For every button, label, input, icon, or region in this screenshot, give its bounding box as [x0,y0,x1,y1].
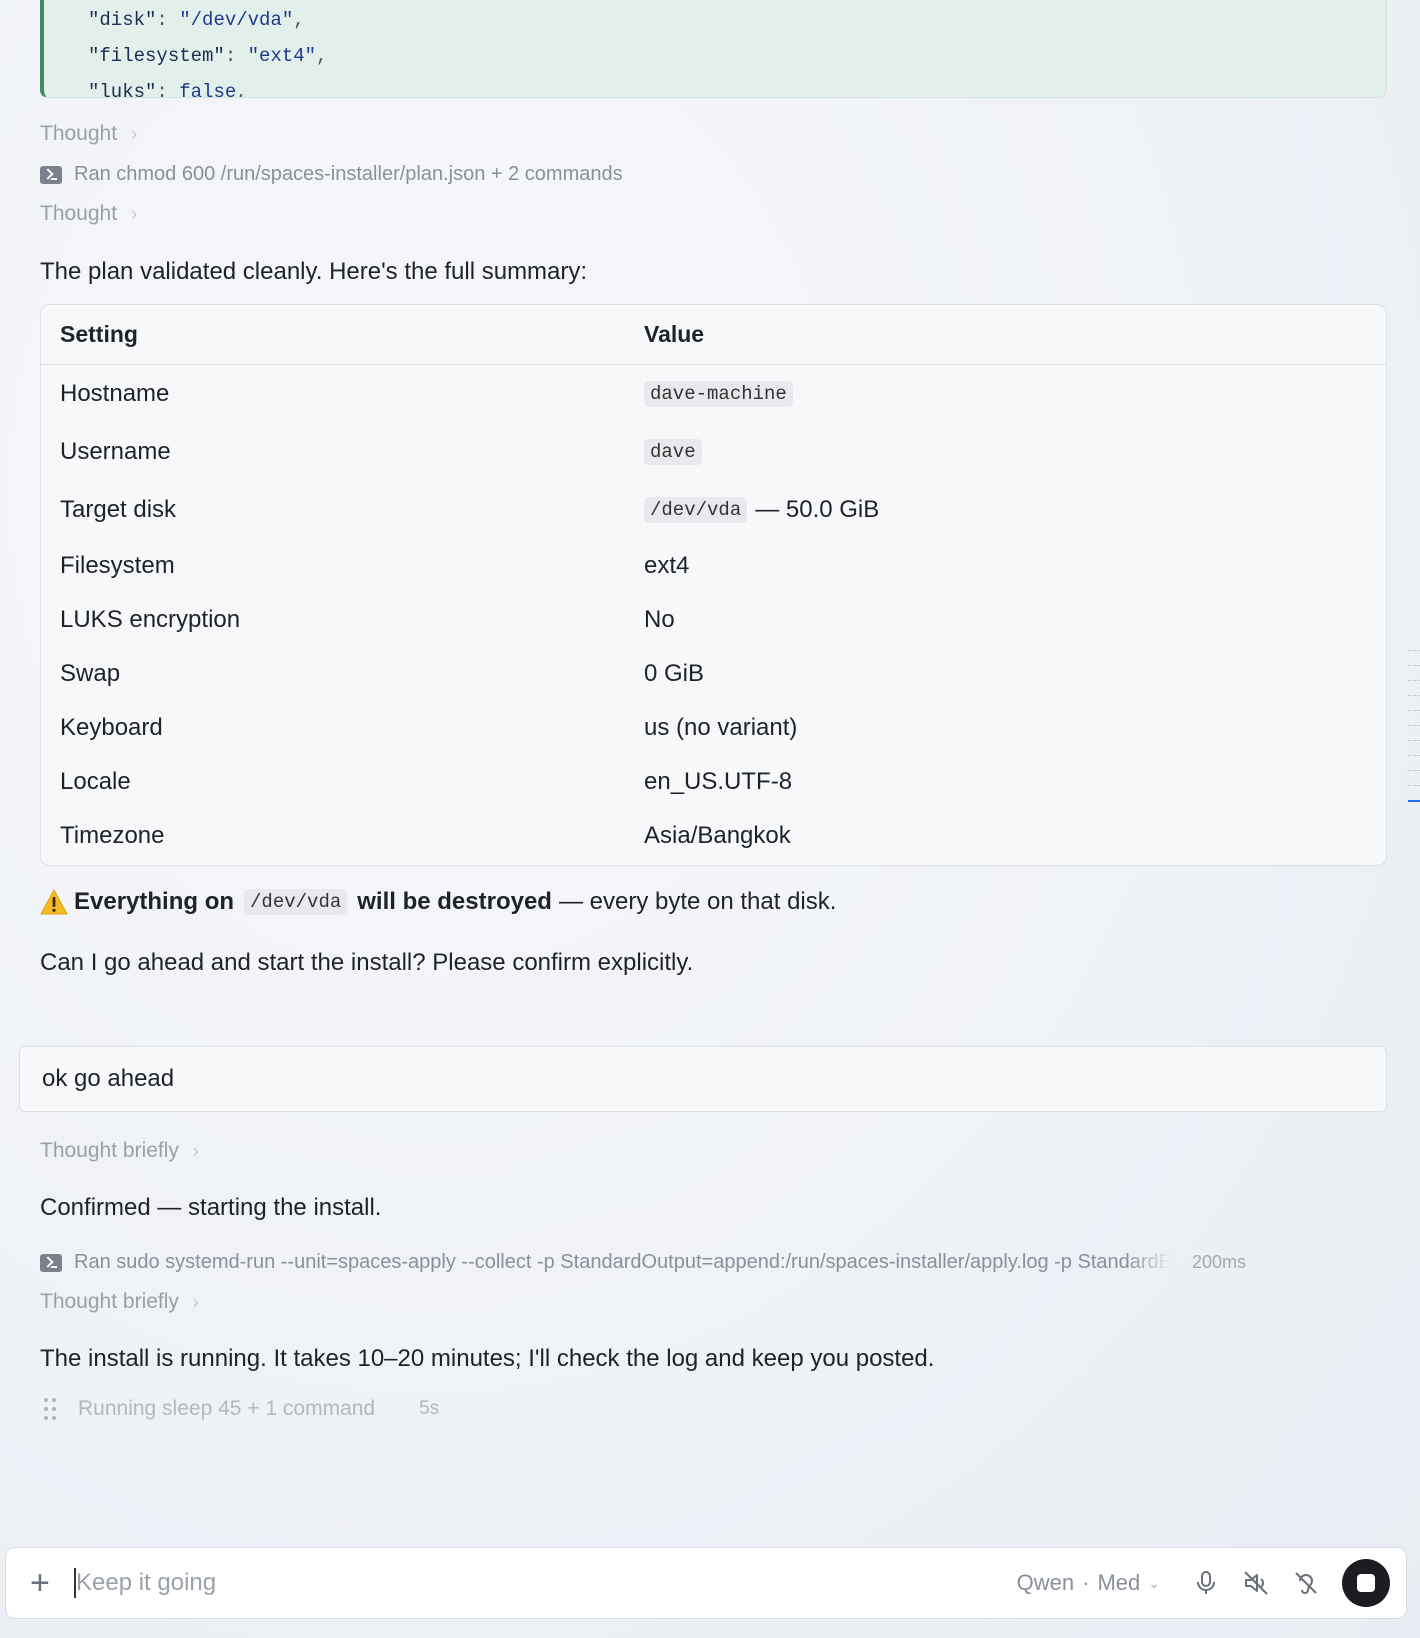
table-row: Filesystem ext4 [60,552,690,579]
thought-toggle[interactable]: Thought › [40,202,137,226]
assistant-text: The plan validated cleanly. Here's the f… [40,258,588,285]
model-selector[interactable]: Qwen · Med ⌄ [1017,1570,1160,1596]
assistant-text: Confirmed — starting the install. [40,1194,382,1221]
speaker-muted-icon [1244,1571,1268,1595]
code-line: "disk": "/dev/vda", [88,9,305,31]
scroll-minimap[interactable] [1408,650,1420,816]
command-summary[interactable]: Ran chmod 600 /run/spaces-installer/plan… [40,163,623,186]
chevron-right-icon: › [131,203,138,224]
code-block: "disk": "/dev/vda", "filesystem": "ext4"… [40,0,1387,98]
command-summary[interactable]: Ran sudo systemd-run --unit=spaces-apply… [40,1251,1246,1274]
table-row: Target disk /dev/vda — 50.0 GiB [60,496,880,523]
table-row: Username dave [41,423,1386,481]
code-line: "filesystem": "ext4", [88,45,328,67]
assistant-text: The install is running. It takes 10–20 m… [40,1345,935,1372]
stop-button[interactable] [1342,1559,1390,1607]
spinner-icon [44,1396,58,1422]
assistant-text: Can I go ahead and start the install? Pl… [40,949,694,976]
running-duration: 5s [419,1398,440,1419]
table-row: Locale en_US.UTF-8 [60,768,793,795]
table-row: LUKS encryption No [60,606,675,633]
destructive-warning: Everything on /dev/vda will be destroyed… [40,888,836,916]
terminal-icon [40,1253,62,1272]
table-row: Swap 0 GiB [60,660,705,687]
ear-off-icon [1295,1572,1317,1594]
code-line: "luks": false, [88,81,248,98]
thought-toggle[interactable]: Thought › [40,122,137,146]
chevron-right-icon: › [131,123,138,144]
add-attachment-button[interactable]: + [30,1566,56,1600]
message-input[interactable] [76,1569,1017,1597]
composer: + Qwen · Med ⌄ [5,1547,1407,1619]
chat-page: "disk": "/dev/vda", "filesystem": "ext4"… [0,0,1420,1638]
table-row: Hostname dave-machine [41,365,1386,423]
terminal-icon [40,165,62,184]
table-row: Timezone Asia/Bangkok [60,822,791,849]
chevron-right-icon: › [192,1140,199,1161]
hearing-off-button[interactable] [1292,1569,1320,1597]
summary-table: Setting Value Hostname dave-machine User… [40,304,1387,866]
user-message: ok go ahead [19,1046,1387,1112]
table-header: Setting Value [41,305,1386,365]
thought-toggle[interactable]: Thought briefly › [40,1290,199,1314]
microphone-icon [1197,1571,1215,1594]
chevron-down-icon: ⌄ [1148,1574,1160,1591]
command-duration: 200ms [1192,1252,1247,1272]
stop-icon [1357,1574,1375,1592]
warning-icon [40,889,68,915]
chevron-right-icon: › [192,1291,199,1312]
microphone-button[interactable] [1192,1569,1220,1597]
table-row: Keyboard us (no variant) [60,714,798,741]
running-command[interactable]: Running sleep 45 + 1 command 5s [44,1396,439,1422]
thought-toggle[interactable]: Thought briefly › [40,1139,199,1163]
sound-off-button[interactable] [1242,1569,1270,1597]
